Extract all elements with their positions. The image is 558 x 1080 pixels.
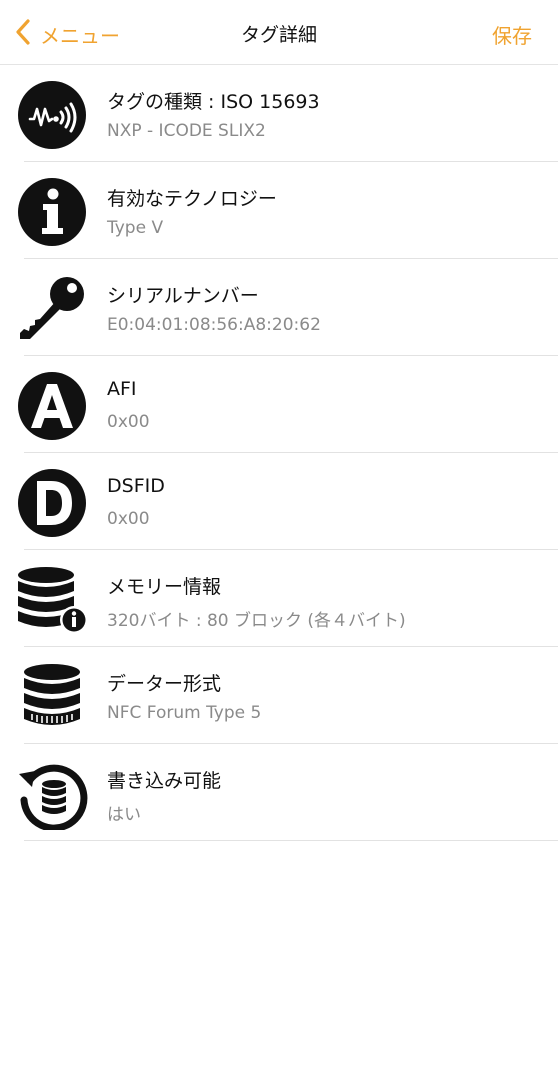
database-info-icon [16, 564, 88, 636]
list-item-technology[interactable]: 有効なテクノロジー Type V [0, 162, 558, 259]
list-item-memory-info[interactable]: メモリー情報 320バイト : 80 ブロック (各４バイト) [0, 550, 558, 647]
row-title: 有効なテクノロジー [107, 188, 277, 210]
row-subtitle: NFC Forum Type 5 [107, 703, 262, 723]
list-item-data-format[interactable]: データー形式 NFC Forum Type 5 [0, 647, 558, 744]
row-title: DSFID [107, 475, 165, 497]
row-title: データー形式 [107, 673, 222, 695]
row-subtitle: E0:04:01:08:56:A8:20:62 [107, 315, 321, 335]
row-title: 書き込み可能 [107, 770, 222, 792]
row-title: タグの種類 : ISO 15693 [107, 91, 320, 113]
navigation-bar: メニュー タグ詳細 保存 [0, 0, 558, 65]
key-icon [16, 273, 88, 345]
row-title: AFI [107, 378, 137, 400]
list-item-tag-type[interactable]: タグの種類 : ISO 15693 NXP - ICODE SLIX2 [0, 65, 558, 162]
row-title: シリアルナンバー [107, 285, 259, 307]
list-item-afi[interactable]: AFI 0x00 [0, 356, 558, 453]
row-subtitle: 320バイト : 80 ブロック (各４バイト) [107, 611, 406, 631]
row-subtitle: 0x00 [107, 509, 150, 529]
nfc-tag-icon [16, 79, 88, 151]
list-item-serial-number[interactable]: シリアルナンバー E0:04:01:08:56:A8:20:62 [0, 259, 558, 356]
info-icon [16, 176, 88, 248]
row-subtitle: Type V [107, 218, 164, 238]
save-button[interactable]: 保存 [492, 20, 532, 49]
row-subtitle: 0x00 [107, 412, 150, 432]
tag-detail-list: タグの種類 : ISO 15693 NXP - ICODE SLIX2 有効なテ… [0, 65, 558, 841]
list-item-dsfid[interactable]: DSFID 0x00 [0, 453, 558, 550]
list-item-writable[interactable]: 書き込み可能 はい [0, 744, 558, 841]
row-subtitle: NXP - ICODE SLIX2 [107, 121, 266, 141]
page-title: タグ詳細 [240, 24, 317, 46]
row-subtitle: はい [107, 805, 141, 825]
letter-a-icon [16, 370, 88, 442]
database-icon [16, 661, 88, 733]
letter-d-icon [16, 467, 88, 539]
row-title: メモリー情報 [107, 576, 222, 598]
database-rotate-icon [16, 758, 88, 830]
